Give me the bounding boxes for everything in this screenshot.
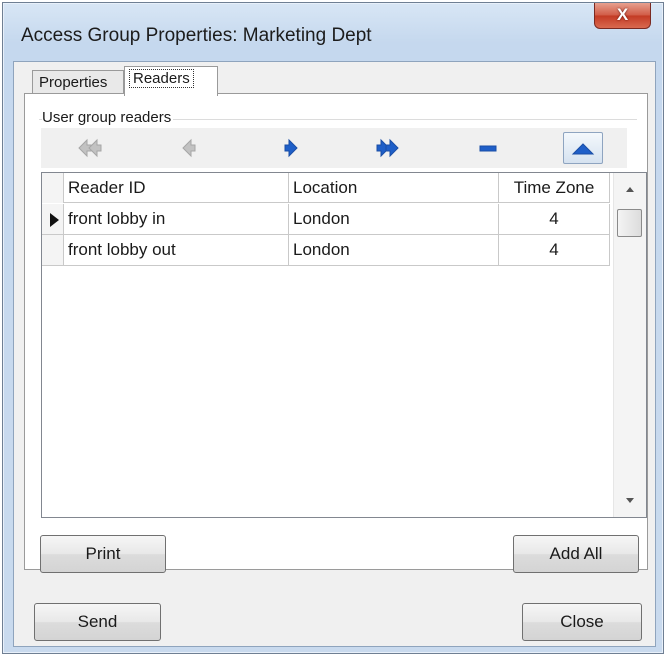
grid-vertical-scrollbar[interactable] — [613, 173, 646, 517]
scrollbar-thumb[interactable] — [617, 209, 642, 237]
move-left-button[interactable] — [169, 132, 209, 164]
move-up-icon — [571, 143, 595, 155]
move-right-icon — [284, 138, 298, 158]
send-button[interactable]: Send — [34, 603, 161, 641]
move-all-right-icon — [376, 138, 399, 158]
readers-tab-panel: User group readers Reader ID Location Ti… — [24, 93, 648, 570]
grid-header: Reader ID Location Time Zone — [42, 173, 610, 203]
move-all-left-icon — [78, 138, 102, 158]
tab-readers-label: Readers — [129, 69, 194, 88]
move-right-button[interactable] — [271, 132, 311, 164]
time-zone-cell[interactable]: 4 — [499, 204, 610, 234]
window-title: Access Group Properties: Marketing Dept — [21, 25, 372, 46]
row-selector[interactable] — [42, 204, 64, 234]
user-group-readers-label: User group readers — [42, 109, 174, 126]
column-header-reader-id[interactable]: Reader ID — [64, 173, 289, 203]
title-bar[interactable]: Access Group Properties: Marketing Dept … — [3, 3, 663, 63]
navigator-toolbar — [41, 128, 627, 168]
tab-properties[interactable]: Properties — [32, 70, 124, 95]
column-header-time-zone[interactable]: Time Zone — [499, 173, 610, 203]
close-button[interactable]: Close — [522, 603, 642, 641]
location-cell[interactable]: London — [289, 235, 499, 265]
location-cell[interactable]: London — [289, 204, 499, 234]
row-selector[interactable] — [42, 235, 64, 265]
current-row-pointer-icon — [50, 213, 59, 227]
table-row[interactable]: front lobby out London 4 — [42, 235, 610, 266]
close-window-button[interactable]: X — [594, 3, 651, 29]
tab-readers[interactable]: Readers — [124, 66, 218, 96]
header-row-selector — [42, 173, 64, 203]
reader-id-cell[interactable]: front lobby in — [64, 204, 289, 234]
reader-id-cell[interactable]: front lobby out — [64, 235, 289, 265]
column-header-location[interactable]: Location — [289, 173, 499, 203]
move-up-button[interactable] — [563, 132, 603, 164]
remove-button[interactable] — [467, 132, 507, 164]
move-all-right-button[interactable] — [367, 132, 407, 164]
scroll-down-arrow-icon[interactable] — [626, 498, 634, 503]
move-left-icon — [182, 138, 196, 158]
time-zone-cell[interactable]: 4 — [499, 235, 610, 265]
table-row[interactable]: front lobby in London 4 — [42, 204, 610, 235]
add-all-button[interactable]: Add All — [513, 535, 639, 573]
print-button[interactable]: Print — [40, 535, 166, 573]
remove-icon — [479, 145, 497, 152]
move-all-left-button[interactable] — [69, 132, 109, 164]
scroll-up-arrow-icon[interactable] — [626, 187, 634, 192]
readers-grid[interactable]: Reader ID Location Time Zone front lobby… — [41, 172, 647, 518]
